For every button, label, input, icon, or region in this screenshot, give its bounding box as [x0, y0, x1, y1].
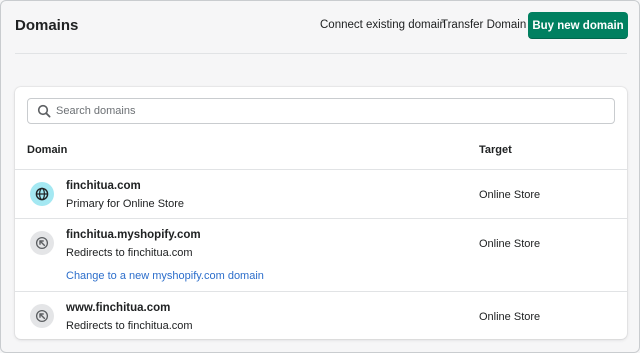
table-row[interactable]: finchitua.myshopify.com Redirects to fin…: [15, 219, 627, 291]
page-title: Domains: [15, 17, 79, 34]
search-icon: [37, 104, 51, 118]
buy-new-domain-button[interactable]: Buy new domain: [528, 12, 628, 39]
search-field[interactable]: [27, 98, 615, 124]
search-input[interactable]: [56, 99, 606, 123]
domains-page: Domains Connect existing domain Transfer…: [0, 0, 640, 353]
domain-status: Redirects to finchitua.com: [66, 247, 193, 259]
connect-existing-domain-link[interactable]: Connect existing domain: [320, 19, 446, 31]
table-row[interactable]: finchitua.com Primary for Online Store O…: [15, 170, 627, 218]
domain-target: Online Store: [479, 238, 541, 250]
domain-status: Primary for Online Store: [66, 198, 184, 210]
page-header: Domains Connect existing domain Transfer…: [1, 1, 639, 53]
domain-name[interactable]: www.finchitua.com: [66, 302, 170, 314]
globe-icon: [30, 182, 54, 206]
column-header-target: Target: [479, 144, 512, 156]
header-divider: [15, 53, 627, 54]
change-myshopify-domain-link[interactable]: Change to a new myshopify.com domain: [66, 270, 264, 282]
domain-name[interactable]: finchitua.myshopify.com: [66, 229, 201, 241]
redirect-arrow-icon: [30, 304, 54, 328]
column-header-domain: Domain: [27, 144, 68, 156]
domain-status: Redirects to finchitua.com: [66, 320, 193, 332]
table-row[interactable]: www.finchitua.com Redirects to finchitua…: [15, 292, 627, 339]
domains-card: Domain Target finchitua.com Primary for …: [15, 87, 627, 339]
redirect-arrow-icon: [30, 231, 54, 255]
domain-target: Online Store: [479, 311, 541, 323]
transfer-domain-link[interactable]: Transfer Domain: [441, 19, 526, 31]
domain-name[interactable]: finchitua.com: [66, 180, 141, 192]
domain-target: Online Store: [479, 189, 541, 201]
